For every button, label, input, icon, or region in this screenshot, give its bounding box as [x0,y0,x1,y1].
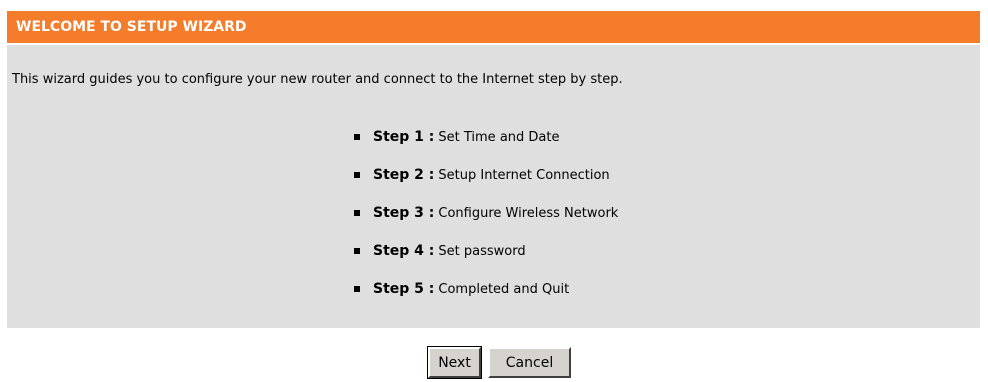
step-text: Configure Wireless Network [438,205,619,221]
bullet-icon [354,172,360,178]
step-item-3: Step 3 : Configure Wireless Network [354,194,618,232]
setup-wizard-panel: WELCOME TO SETUP WIZARD This wizard guid… [7,11,980,328]
step-item-2: Step 2 : Setup Internet Connection [354,156,618,194]
steps-list: Step 1 : Set Time and Date Step 2 : Setu… [354,118,618,308]
step-item-4: Step 4 : Set password [354,232,618,270]
step-label: Step 2 : [373,167,435,183]
step-label: Step 4 : [373,243,435,259]
wizard-header: WELCOME TO SETUP WIZARD [7,11,980,45]
next-button[interactable]: Next [427,346,482,379]
step-text: Set Time and Date [438,129,560,145]
step-label: Step 3 : [373,205,435,221]
cancel-button[interactable]: Cancel [488,347,571,378]
step-label: Step 1 : [373,129,435,145]
wizard-title: WELCOME TO SETUP WIZARD [16,19,247,35]
bullet-icon [354,286,360,292]
step-text: Setup Internet Connection [438,167,610,183]
bullet-icon [354,248,360,254]
bullet-icon [354,134,360,140]
step-text: Completed and Quit [438,281,570,297]
step-text: Set password [438,243,526,259]
step-item-1: Step 1 : Set Time and Date [354,118,618,156]
wizard-intro-text: This wizard guides you to configure your… [12,72,623,87]
bullet-icon [354,210,360,216]
step-item-5: Step 5 : Completed and Quit [354,270,618,308]
step-label: Step 5 : [373,281,435,297]
wizard-buttons: Next Cancel [427,346,571,379]
